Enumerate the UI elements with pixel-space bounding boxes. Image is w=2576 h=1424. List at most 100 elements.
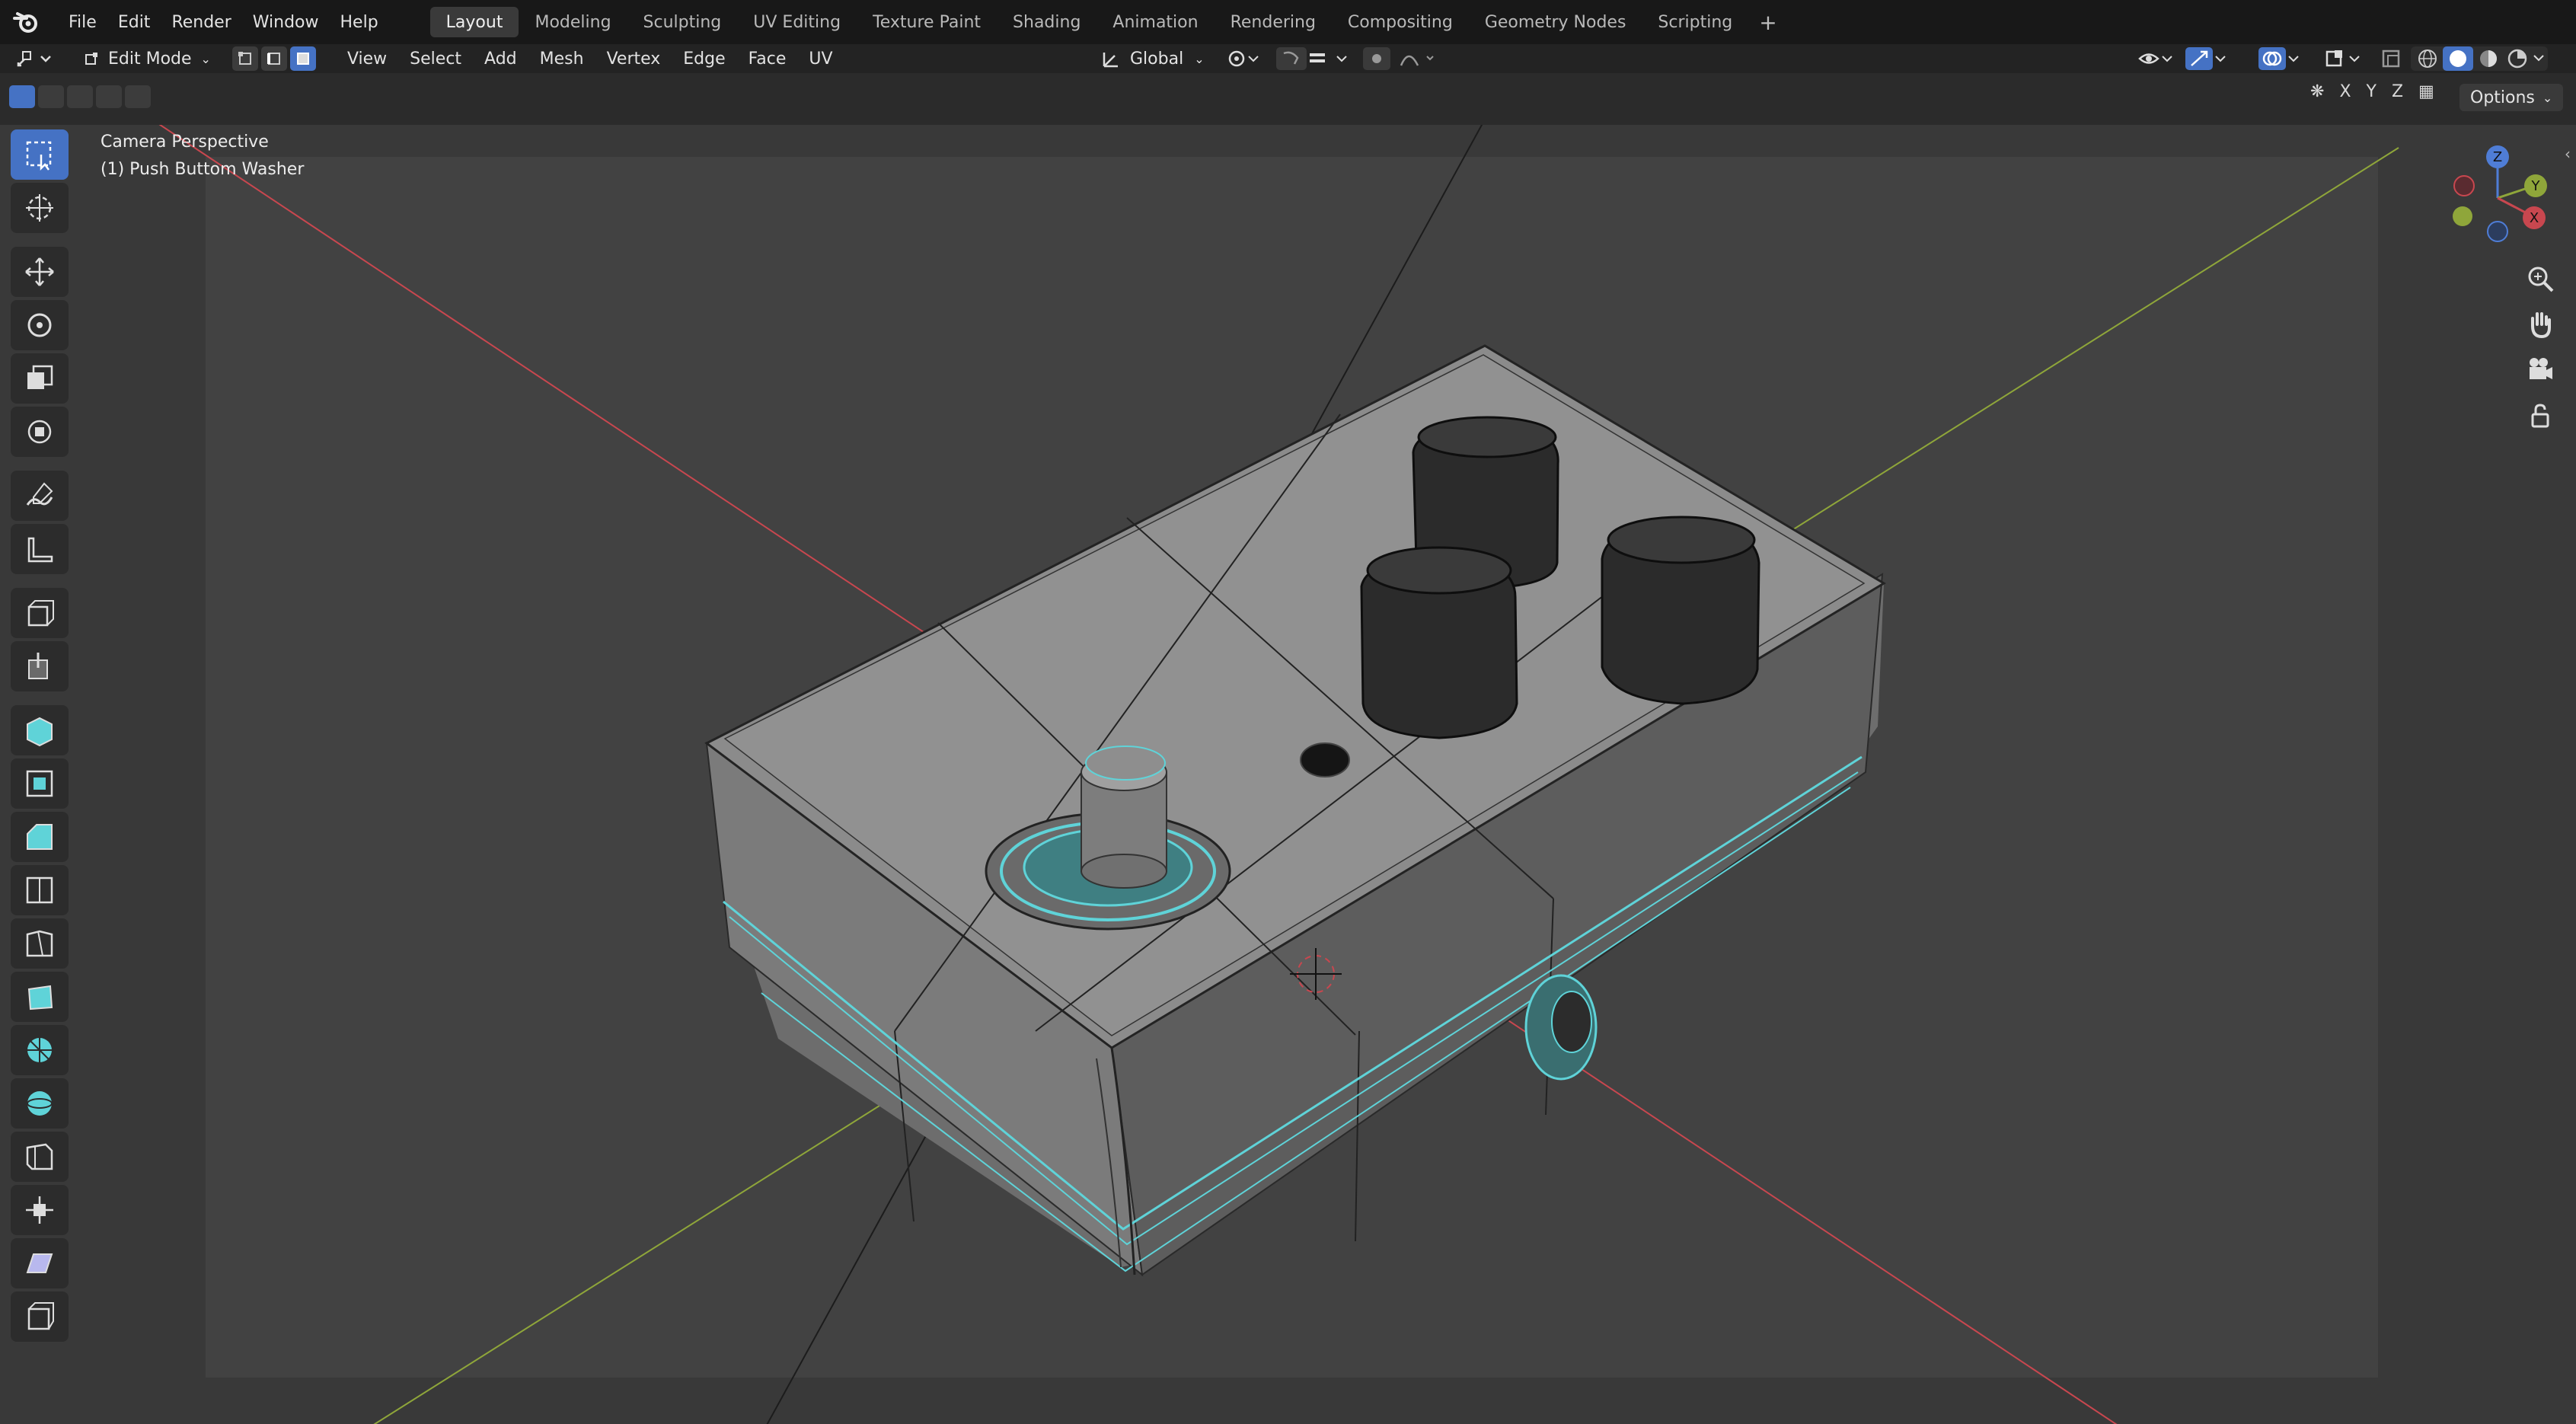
tab-layout[interactable]: Layout <box>429 7 519 37</box>
menu-view[interactable]: View <box>336 49 398 69</box>
edge-slide-icon[interactable] <box>11 1132 69 1182</box>
workspace-tabs: Layout Modeling Sculpting UV Editing Tex… <box>429 0 1788 44</box>
tab-scripting[interactable]: Scripting <box>1642 7 1748 37</box>
extrude-region-icon[interactable] <box>11 641 69 691</box>
menu-help[interactable]: Help <box>330 0 389 44</box>
select-new-icon[interactable] <box>9 85 35 108</box>
svg-text:X: X <box>2530 210 2539 226</box>
blender-logo-icon[interactable] <box>11 7 41 37</box>
navigation-gizmo[interactable]: Z Y X <box>2437 137 2558 259</box>
select-box-modes <box>9 85 154 108</box>
move-icon[interactable] <box>11 247 69 297</box>
butterfly-icon[interactable]: ❋ <box>2303 82 2332 101</box>
visibility-icon[interactable] <box>2137 44 2175 73</box>
cursor-icon[interactable] <box>11 183 69 233</box>
menu-add[interactable]: Add <box>473 49 528 69</box>
menu-mesh[interactable]: Mesh <box>528 49 595 69</box>
poly-build-icon[interactable] <box>11 972 69 1022</box>
mirror-x-toggle[interactable]: X <box>2332 82 2358 101</box>
3d-viewport[interactable]: Camera Perspective (1) Push Buttom Washe… <box>0 125 2576 1424</box>
top-menu-bar: File Edit Render Window Help Layout Mode… <box>0 0 2576 44</box>
tab-geometry-nodes[interactable]: Geometry Nodes <box>1469 7 1642 37</box>
tab-rendering[interactable]: Rendering <box>1215 7 1332 37</box>
options-dropdown[interactable]: Options ⌄ <box>2459 84 2564 111</box>
shrink-fatten-icon[interactable] <box>11 1185 69 1235</box>
select-mode-buttons <box>231 46 319 71</box>
face-select-icon[interactable] <box>289 46 316 71</box>
scale-icon[interactable] <box>11 353 69 404</box>
gizmo-toggle-icon[interactable] <box>2185 44 2228 73</box>
transform-orientation-dropdown[interactable]: Global ⌄ <box>1100 44 1205 73</box>
menu-select[interactable]: Select <box>398 49 473 69</box>
edit-mode-icon <box>85 53 97 65</box>
snap-icon[interactable] <box>1276 44 1352 73</box>
chevron-down-icon: ⌄ <box>1194 51 1205 66</box>
menu-edit[interactable]: Edit <box>107 0 161 44</box>
tool-shelf <box>11 129 73 1342</box>
solid-shading-icon <box>2450 50 2466 67</box>
spin-icon[interactable] <box>11 1025 69 1075</box>
knife-icon[interactable] <box>11 918 69 969</box>
pan-hand-icon[interactable] <box>2520 305 2560 344</box>
object-info-label: (1) Push Buttom Washer <box>101 160 305 179</box>
auto-merge-icon[interactable]: ▦ <box>2411 82 2442 101</box>
camera-view-icon[interactable] <box>2520 350 2560 390</box>
led <box>1300 742 1350 777</box>
annotate-icon[interactable] <box>11 471 69 521</box>
menu-edge[interactable]: Edge <box>672 49 736 69</box>
proportional-edit-icon[interactable] <box>1363 44 1439 73</box>
overlays-icon[interactable] <box>2258 44 2301 73</box>
menu-uv[interactable]: UV <box>797 49 844 69</box>
tab-compositing[interactable]: Compositing <box>1332 7 1469 37</box>
pivot-point-icon[interactable] <box>1226 44 1264 73</box>
sidebar-toggle-icon[interactable]: ‹ <box>2565 145 2571 163</box>
vertex-select-icon[interactable] <box>231 46 258 71</box>
mode-label: Edit Mode <box>108 49 192 69</box>
tab-uv-editing[interactable]: UV Editing <box>737 7 857 37</box>
tab-shading[interactable]: Shading <box>997 7 1096 37</box>
select-subtract-icon[interactable] <box>67 85 93 108</box>
bevel-icon[interactable] <box>11 812 69 862</box>
menu-window[interactable]: Window <box>242 0 330 44</box>
options-label: Options <box>2470 88 2535 107</box>
add-workspace-icon[interactable]: + <box>1748 10 1787 35</box>
editor-type-icon[interactable] <box>15 47 56 70</box>
extrude-icon[interactable] <box>11 705 69 755</box>
lock-icon[interactable] <box>2520 396 2560 436</box>
input-jack <box>1524 974 1598 1081</box>
transform-icon[interactable] <box>11 407 69 457</box>
add-cube-icon[interactable] <box>11 588 69 638</box>
smooth-icon[interactable] <box>11 1078 69 1129</box>
pedal-model <box>704 344 1886 1277</box>
select-extend-icon[interactable] <box>38 85 64 108</box>
measure-icon[interactable] <box>11 524 69 574</box>
rotate-icon[interactable] <box>11 300 69 350</box>
knob-left <box>1360 546 1518 739</box>
select-intersect-icon[interactable] <box>96 85 122 108</box>
menu-file[interactable]: File <box>58 0 107 44</box>
menu-vertex[interactable]: Vertex <box>595 49 672 69</box>
menu-render[interactable]: Render <box>161 0 241 44</box>
rip-region-icon[interactable] <box>11 1291 69 1342</box>
menu-face[interactable]: Face <box>737 49 798 69</box>
zoom-icon[interactable] <box>2520 259 2560 299</box>
tab-animation[interactable]: Animation <box>1096 7 1214 37</box>
tab-sculpting[interactable]: Sculpting <box>627 7 738 37</box>
shear-icon[interactable] <box>11 1238 69 1288</box>
mirror-z-toggle[interactable]: Z <box>2384 82 2411 101</box>
chevron-down-icon: ⌄ <box>200 51 211 66</box>
view-name-label: Camera Perspective <box>101 133 269 152</box>
svg-text:Y: Y <box>2531 178 2541 194</box>
select-box-icon[interactable] <box>11 129 69 180</box>
mirror-y-toggle[interactable]: Y <box>2359 82 2384 101</box>
xray-toggle-icon[interactable] <box>2379 44 2406 73</box>
mode-dropdown[interactable]: Edit Mode ⌄ <box>75 46 220 72</box>
mirror-axes: ❋ X Y Z ▦ <box>2303 82 2442 101</box>
tab-modeling[interactable]: Modeling <box>519 7 627 37</box>
edge-select-icon[interactable] <box>260 46 287 71</box>
tab-texture-paint[interactable]: Texture Paint <box>857 7 997 37</box>
loop-cut-icon[interactable] <box>11 865 69 915</box>
inset-faces-icon[interactable] <box>11 758 69 809</box>
xray-mesh-overlay-icon[interactable] <box>2324 44 2367 73</box>
select-invert-icon[interactable] <box>125 85 151 108</box>
